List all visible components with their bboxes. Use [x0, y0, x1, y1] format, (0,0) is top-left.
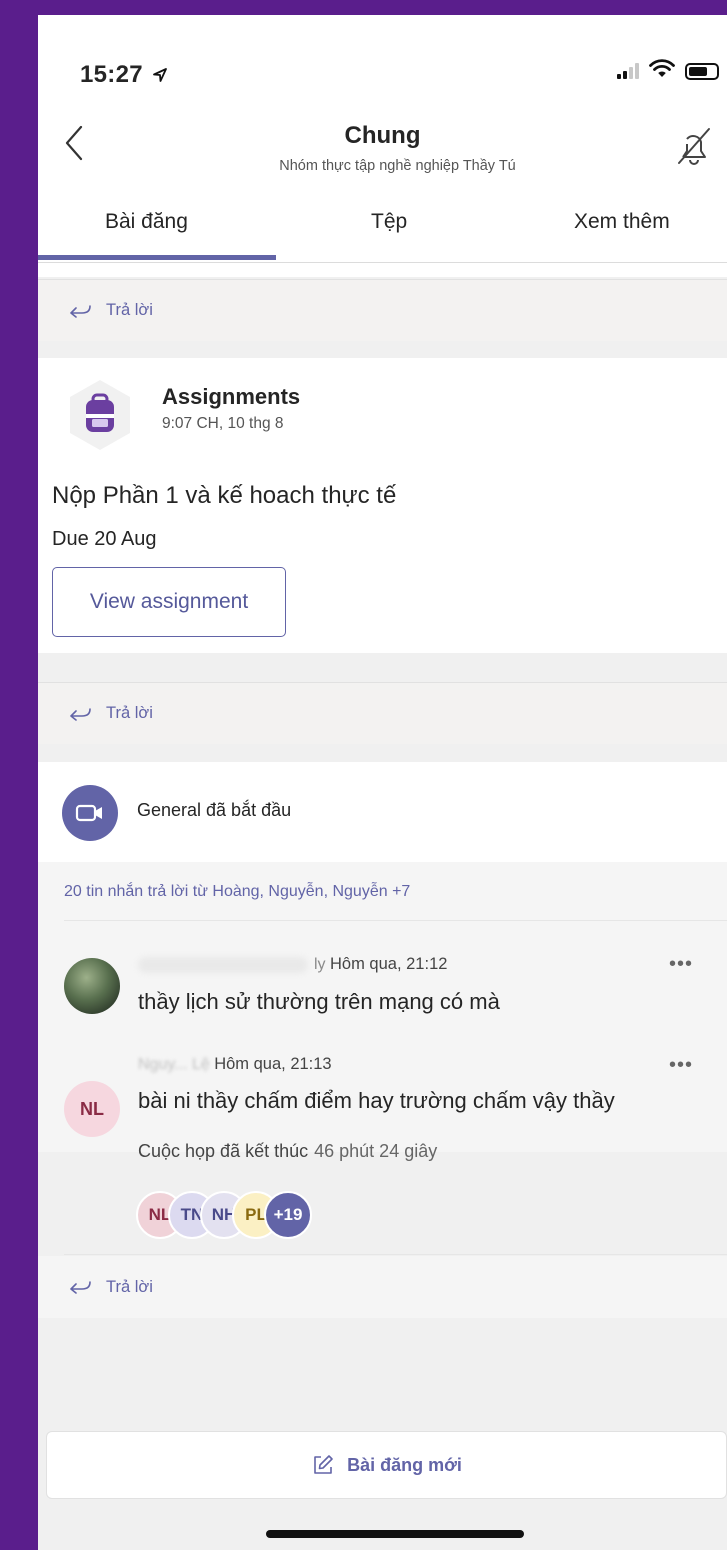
assignment-post: Assignments 9:07 CH, 10 thg 8 Nộp Phần 1…	[38, 358, 727, 653]
tab-posts[interactable]: Bài đăng	[105, 210, 188, 234]
redacted-name	[138, 956, 308, 973]
reply-label: Trả lời	[106, 1277, 153, 1296]
app-name[interactable]: Assignments	[162, 384, 300, 410]
reply-label: Trả lời	[106, 704, 153, 722]
reply-arrow-icon	[70, 1281, 91, 1294]
assignment-title: Nộp Phần 1 và kế hoach thực tế	[52, 482, 397, 509]
replies-divider	[64, 920, 727, 921]
tab-files[interactable]: Tệp	[371, 210, 407, 234]
more-options-icon[interactable]: •••	[669, 953, 693, 976]
signal-icon	[617, 63, 639, 79]
reply-bar-1[interactable]: Trả lời	[38, 279, 727, 341]
previous-post-fragment	[38, 263, 727, 277]
author-name-fragment: Nguy... Lệ	[138, 1056, 210, 1073]
more-options-icon[interactable]: •••	[669, 1054, 693, 1077]
meeting-started-text: General đã bắt đầu	[137, 800, 292, 820]
new-post-button[interactable]: Bài đăng mới	[46, 1431, 727, 1499]
author-name-fragment: ly	[314, 956, 326, 973]
wifi-icon	[649, 59, 675, 83]
meeting-duration: 46 phút 24 giây	[314, 1141, 438, 1161]
view-assignment-button[interactable]: View assignment	[52, 567, 286, 637]
home-indicator[interactable]	[266, 1530, 524, 1538]
meeting-ended-row: Cuộc họp đã kết thúc 46 phút 24 giây	[138, 1141, 437, 1162]
message-author: Nguy... Lệ Hôm qua, 21:13	[138, 1055, 332, 1074]
reply-label: Trả lời	[106, 301, 153, 319]
post-timestamp: 9:07 CH, 10 thg 8	[162, 415, 284, 432]
status-icons	[617, 59, 719, 83]
team-subtitle: Nhóm thực tập nghề nghiệp Thầy Tú	[279, 158, 516, 174]
status-time-text: 15:27	[80, 61, 143, 88]
new-post-label: Bài đăng mới	[347, 1454, 462, 1475]
reply-bar-3[interactable]: Trả lời	[38, 1256, 727, 1318]
battery-icon	[685, 62, 719, 80]
message-time: Hôm qua, 21:12	[330, 955, 448, 973]
meeting-ended-label: Cuộc họp đã kết thúc	[138, 1141, 309, 1161]
replies-summary-link[interactable]: 20 tin nhắn trả lời từ Hoàng, Nguyễn, Ng…	[64, 883, 410, 901]
bell-off-icon	[678, 128, 710, 165]
avatar[interactable]: NL	[64, 1081, 120, 1137]
message-text: thầy lịch sử thường trên mạng có mà	[138, 989, 500, 1014]
channel-title: Chung	[344, 122, 421, 149]
reply-arrow-icon	[70, 707, 91, 721]
meeting-post-header: General đã bắt đầu	[38, 762, 727, 862]
status-time: 15:27	[80, 61, 168, 90]
participant-list[interactable]: NL TN NH PL +19	[136, 1191, 312, 1239]
reply-bar-2[interactable]: Trả lời	[38, 682, 727, 744]
location-arrow-icon	[152, 62, 168, 90]
message-text: bài ni thầy chấm điểm hay trường chấm vậ…	[138, 1088, 615, 1113]
phone-screen: 15:27 Chung Nhóm thực tập nghề nghiệp Th…	[38, 15, 727, 1550]
reply-arrow-icon	[70, 304, 91, 318]
compose-icon	[314, 1455, 333, 1474]
assignment-due-date: Due 20 Aug	[52, 528, 157, 550]
mute-notifications-button[interactable]	[674, 125, 714, 172]
avatar[interactable]	[64, 958, 120, 1014]
message-author: ly Hôm qua, 21:12	[138, 955, 447, 974]
tab-more[interactable]: Xem thêm	[574, 210, 670, 234]
avatar-initials: NL	[80, 1098, 104, 1119]
assignments-app-icon	[66, 378, 134, 457]
video-camera-icon	[62, 785, 118, 841]
more-participants-badge: +19	[264, 1191, 312, 1239]
message-time: Hôm qua, 21:13	[214, 1055, 332, 1073]
reply-divider	[64, 1254, 727, 1255]
active-tab-indicator	[38, 255, 276, 260]
